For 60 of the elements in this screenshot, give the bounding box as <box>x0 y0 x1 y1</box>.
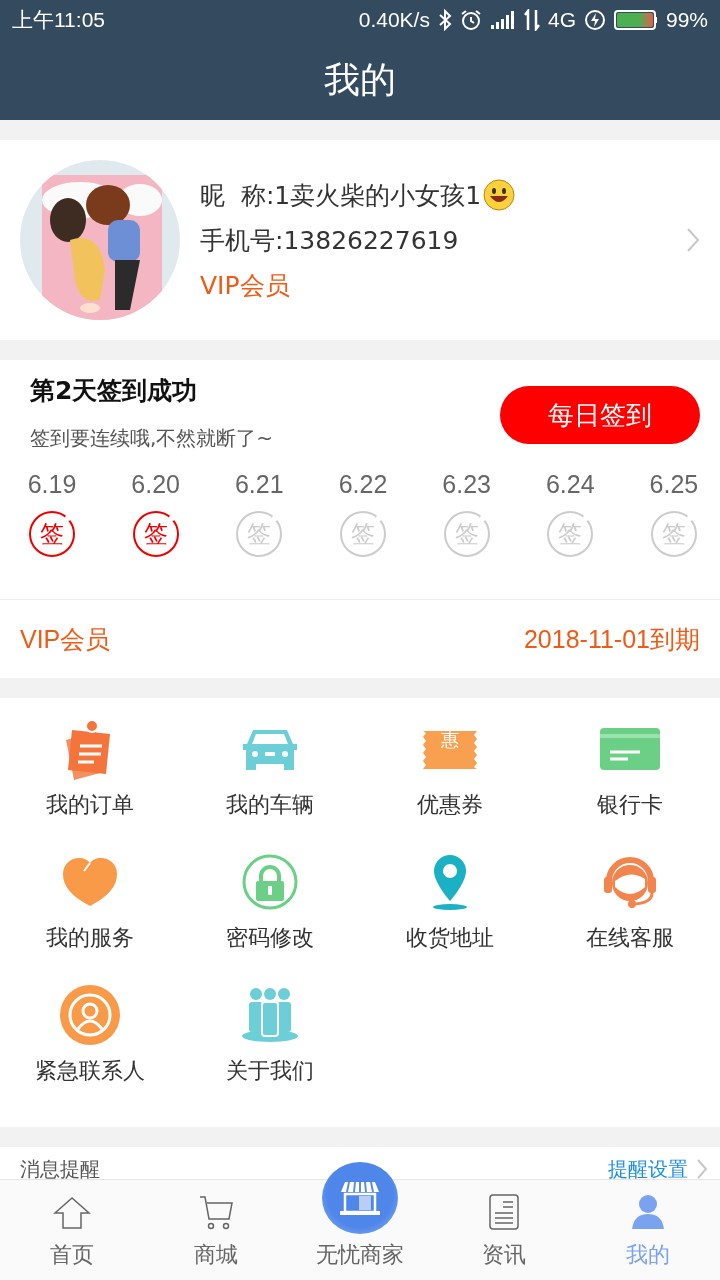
battery-icon <box>613 10 658 30</box>
cart-icon <box>198 1194 234 1230</box>
menu-item[interactable]: 关于我们 <box>180 976 360 1086</box>
checkin-date: 6.23 <box>442 470 491 499</box>
data-arrows-icon <box>523 9 540 31</box>
checkin-stamp: 签 <box>132 511 179 557</box>
nav-tab[interactable]: 资讯 <box>432 1180 576 1280</box>
alarm-icon <box>459 9 482 31</box>
smiley-icon <box>483 179 516 211</box>
menu-item[interactable]: 收货地址 <box>360 843 540 953</box>
checkin-date: 6.22 <box>338 470 388 499</box>
chevron-right-icon[interactable] <box>686 227 700 253</box>
coupon-icon <box>421 729 479 769</box>
heart-icon <box>61 856 119 908</box>
coupon-label: 惠 <box>441 731 459 749</box>
storefront-icon <box>339 1180 381 1216</box>
nickname: 昵 称:1卖火柴的小女孩1 <box>200 179 482 212</box>
checkin-date: 6.25 <box>649 470 699 499</box>
battery-percent: 99% <box>665 8 708 32</box>
menu-item[interactable]: 惠 优惠券 <box>360 710 540 820</box>
checkin-date: 6.20 <box>131 470 180 499</box>
daily-checkin-button[interactable]: 每日签到 <box>500 386 700 444</box>
location-pin-icon <box>430 853 470 911</box>
checkin-date: 6.24 <box>545 470 595 499</box>
member-level: VIP会员 <box>200 269 291 302</box>
home-icon <box>53 1196 91 1230</box>
menu-item[interactable]: 我的服务 <box>0 843 180 953</box>
chevron-right-icon[interactable] <box>696 1158 708 1180</box>
page-title: 我的 <box>324 57 396 102</box>
menu-item[interactable]: 密码修改 <box>180 843 360 953</box>
charging-icon <box>583 9 606 31</box>
nav-tab[interactable]: 首页 <box>0 1180 144 1280</box>
status-time: 上午11:05 <box>12 7 105 33</box>
reminder-settings-link[interactable]: 提醒设置 <box>608 1155 688 1183</box>
news-icon <box>489 1194 519 1230</box>
team-icon <box>240 986 300 1044</box>
checkin-hint: 签到要连续哦,不然就断了~ <box>30 425 275 452</box>
nav-tab[interactable]: 无忧商家 <box>288 1162 432 1280</box>
menu-item[interactable]: 我的订单 <box>0 710 180 820</box>
expiry-date: 2018-11-01到期 <box>523 623 700 655</box>
bank-card-icon <box>600 728 660 770</box>
menu-item[interactable]: 紧急联系人 <box>0 976 180 1086</box>
network-type: 4G <box>547 8 576 32</box>
menu-item[interactable]: 银行卡 <box>540 710 720 820</box>
checkin-date: 6.19 <box>27 470 77 499</box>
member-level: VIP会员 <box>20 623 111 655</box>
bluetooth-icon <box>437 9 452 31</box>
contact-icon <box>60 985 120 1045</box>
menu-item[interactable]: 我的车辆 <box>180 710 360 820</box>
nav-tab[interactable]: 商城 <box>144 1180 288 1280</box>
checkin-date: 6.21 <box>234 470 284 499</box>
network-speed: 0.40K/s <box>358 8 430 32</box>
signal-icon <box>489 10 516 30</box>
lock-icon <box>242 854 298 910</box>
user-icon <box>631 1194 665 1230</box>
section-title: 消息提醒 <box>20 1155 100 1183</box>
menu-item[interactable]: 在线客服 <box>540 843 720 953</box>
checkin-stamp: 签 <box>29 511 75 557</box>
checkin-status: 第2天签到成功 <box>30 375 199 407</box>
phone-number: 手机号:13826227619 <box>200 224 460 257</box>
